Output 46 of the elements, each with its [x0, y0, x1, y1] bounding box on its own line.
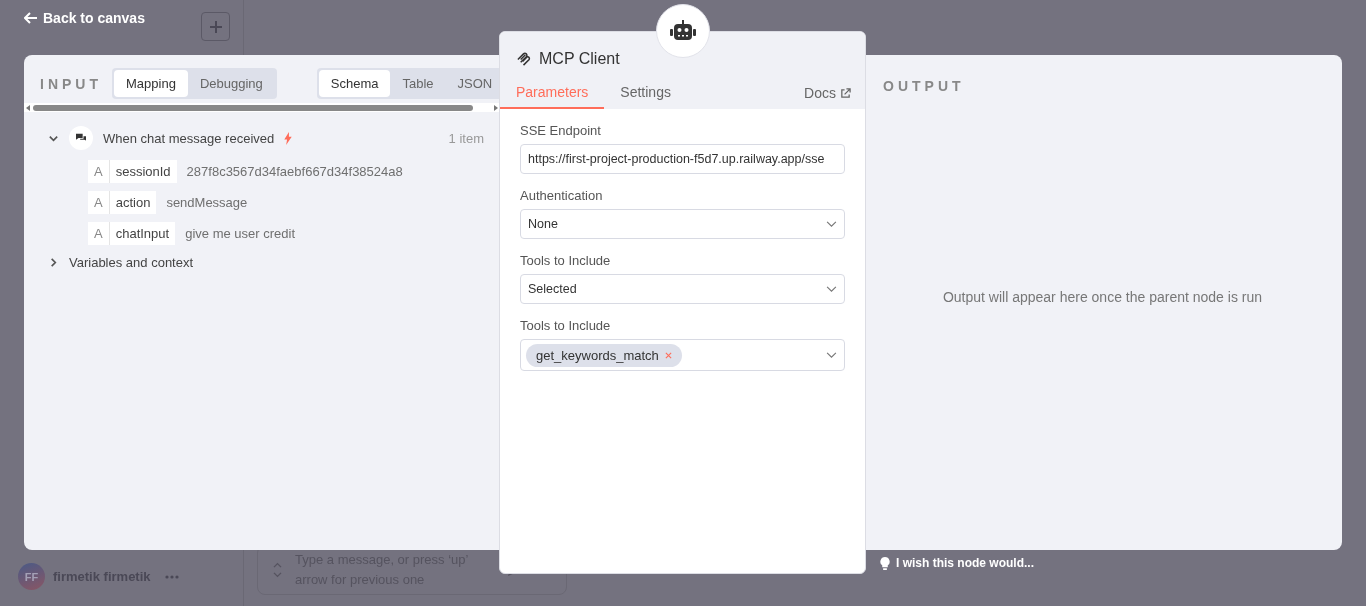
item-count: 1 item — [448, 130, 484, 146]
node-tab[interactable]: Settings — [604, 74, 687, 109]
tree-node-label[interactable]: When chat message received — [103, 130, 275, 146]
select-field[interactable]: Selected — [520, 274, 845, 304]
feedback-link[interactable]: I wish this node would... — [880, 556, 1034, 570]
dropdown-chevron-icon — [826, 220, 837, 228]
lightbulb-icon — [880, 556, 890, 570]
more-icon[interactable] — [164, 574, 179, 579]
node-title: MCP Client — [539, 50, 620, 68]
select-field[interactable]: None — [520, 209, 845, 239]
field-value: give me user credit — [185, 226, 295, 241]
scroll-left-icon[interactable] — [26, 104, 30, 111]
back-arrow-icon — [24, 12, 38, 24]
external-link-icon — [840, 87, 851, 99]
tree-node-label[interactable]: Variables and context — [69, 255, 194, 270]
panel-title: OUTPUT — [883, 78, 966, 94]
docs-link[interactable]: Docs — [804, 85, 851, 101]
add-button[interactable] — [201, 12, 230, 41]
chat-bubbles-icon — [69, 126, 93, 150]
field-value: 287f8c3567d34faebf667d34f38524a8 — [186, 164, 403, 179]
horizontal-scrollbar[interactable] — [24, 103, 500, 112]
parameter-label: Tools to Include — [520, 253, 612, 268]
remove-icon[interactable] — [664, 351, 672, 359]
field-pill[interactable]: A chatInput — [88, 222, 176, 245]
url-input-field[interactable]: https://first-project-production-f5d7.up.railway.app/sse — [520, 144, 845, 174]
multi-select-field[interactable]: get_keywords_match — [520, 339, 845, 371]
parameter-label: Authentication — [520, 188, 604, 203]
dropdown-chevron-icon — [826, 351, 837, 359]
field-pill[interactable]: A action — [88, 191, 157, 214]
panel-title: INPUT — [40, 75, 102, 92]
dropdown-chevron-icon — [826, 285, 837, 293]
empty-output-message: Output will appear here once the parent node is run — [942, 287, 1263, 307]
parameter-label: SSE Endpoint — [520, 123, 602, 138]
field-pill[interactable]: A sessionId — [88, 160, 177, 183]
expand-chevron-icon[interactable] — [48, 257, 59, 268]
node-type-icon — [516, 51, 531, 67]
parameter-label: Tools to Include — [520, 318, 612, 333]
mode-tab[interactable]: Debugging — [187, 70, 275, 97]
view-tab[interactable]: JSON — [445, 70, 500, 97]
plus-icon — [208, 19, 223, 34]
view-tab[interactable]: Table — [390, 70, 446, 97]
back-link[interactable]: Back to canvas — [24, 10, 145, 26]
field-value: sendMessage — [166, 195, 248, 210]
view-tab[interactable]: Schema — [318, 70, 391, 97]
user-avatar: FF — [18, 563, 45, 590]
mode-tab[interactable]: Mapping — [114, 70, 188, 97]
